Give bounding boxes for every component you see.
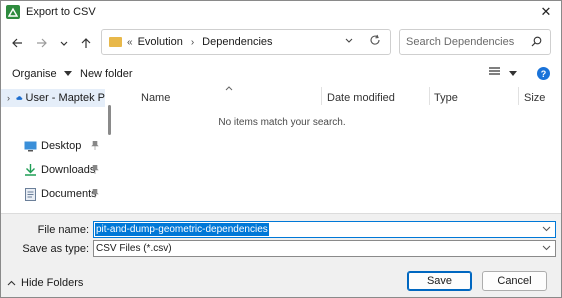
column-header-name[interactable]: Name [141, 92, 170, 104]
sidebar-item-desktop[interactable]: Desktop [1, 137, 105, 155]
back-icon[interactable] [9, 35, 25, 51]
file-name-label: File name: [37, 224, 89, 236]
column-divider[interactable] [321, 87, 322, 105]
documents-icon [25, 187, 36, 201]
sidebar-item-label: Desktop [41, 140, 82, 152]
forward-icon[interactable] [34, 35, 50, 51]
window-title: Export to CSV [26, 6, 96, 18]
save-button[interactable]: Save [407, 271, 472, 291]
breadcrumb-overflow[interactable]: « [127, 37, 133, 48]
hide-folders-button[interactable]: Hide Folders [7, 277, 83, 289]
search-icon[interactable] [531, 36, 542, 50]
sidebar-item-documents[interactable]: Documents [1, 185, 105, 203]
navigation-bar: « Evolution › Dependencies [1, 23, 561, 63]
column-header-size[interactable]: Size [524, 92, 545, 104]
sort-ascending-icon [225, 86, 233, 91]
file-list: Name Date modified Type Size No items ma… [117, 85, 561, 213]
file-name-field[interactable]: pit-and-dump-geometric-dependencies [93, 221, 556, 238]
view-options-icon[interactable] [489, 67, 518, 80]
command-bar: Organise New folder ? [1, 63, 561, 85]
caret-down-icon [63, 71, 72, 76]
address-bar[interactable]: « Evolution › Dependencies [101, 29, 391, 55]
file-name-value: pit-and-dump-geometric-dependencies [95, 223, 269, 236]
column-header-type[interactable]: Type [434, 92, 458, 104]
sidebar-item-label: User - Maptek P [25, 92, 105, 104]
empty-message: No items match your search. [218, 117, 346, 128]
sidebar-item-cloud[interactable]: › User - Maptek P [1, 89, 105, 107]
chevron-down-icon[interactable] [542, 224, 551, 234]
new-folder-button[interactable]: New folder [80, 68, 133, 80]
sidebar-item-label: Documents [41, 188, 97, 200]
column-divider[interactable] [518, 87, 519, 105]
sidebar-item-label: Downloads [41, 164, 96, 176]
search-input[interactable] [406, 35, 524, 49]
organise-label: Organise [12, 68, 57, 80]
chevron-down-icon[interactable] [542, 243, 551, 253]
sidebar-scrollbar[interactable] [108, 105, 111, 135]
downloads-icon [25, 164, 36, 176]
up-icon[interactable] [78, 35, 94, 51]
desktop-icon [24, 141, 37, 151]
search-box [399, 29, 551, 55]
recent-locations-icon[interactable] [56, 35, 72, 51]
navigation-pane: › User - Maptek P Desktop Downloads Docu… [1, 85, 105, 213]
breadcrumb-dependencies[interactable]: Dependencies [202, 36, 272, 48]
app-icon [6, 5, 20, 19]
sidebar-item-downloads[interactable]: Downloads [1, 161, 105, 179]
save-form: File name: pit-and-dump-geometric-depend… [1, 213, 561, 297]
pin-icon[interactable] [91, 140, 99, 152]
save-type-select[interactable]: CSV Files (*.csv) [93, 240, 556, 257]
folder-icon [109, 37, 122, 47]
refresh-icon[interactable] [369, 34, 381, 49]
pin-icon[interactable] [91, 164, 99, 176]
pin-icon[interactable] [91, 188, 99, 200]
browser-panes: › User - Maptek P Desktop Downloads Docu… [1, 85, 561, 213]
help-icon[interactable]: ? [537, 67, 550, 80]
cancel-button[interactable]: Cancel [482, 271, 547, 291]
breadcrumb-evolution[interactable]: Evolution [138, 36, 183, 48]
column-divider[interactable] [429, 87, 430, 105]
save-type-value: CSV Files (*.csv) [96, 243, 172, 254]
chevron-right-icon: › [190, 36, 195, 48]
chevron-up-icon [7, 280, 16, 286]
column-header-date-modified[interactable]: Date modified [327, 92, 395, 104]
export-dialog: Export to CSV ✕ « Evolution › Dependenci… [0, 0, 562, 298]
hide-folders-label: Hide Folders [21, 277, 84, 289]
chevron-down-icon[interactable] [344, 35, 354, 48]
chevron-right-icon[interactable]: › [7, 93, 10, 103]
close-icon[interactable]: ✕ [537, 3, 555, 21]
title-bar: Export to CSV ✕ [1, 1, 561, 23]
cloud-icon [16, 96, 23, 100]
organise-button[interactable]: Organise [12, 68, 72, 80]
save-type-label: Save as type: [22, 243, 89, 255]
